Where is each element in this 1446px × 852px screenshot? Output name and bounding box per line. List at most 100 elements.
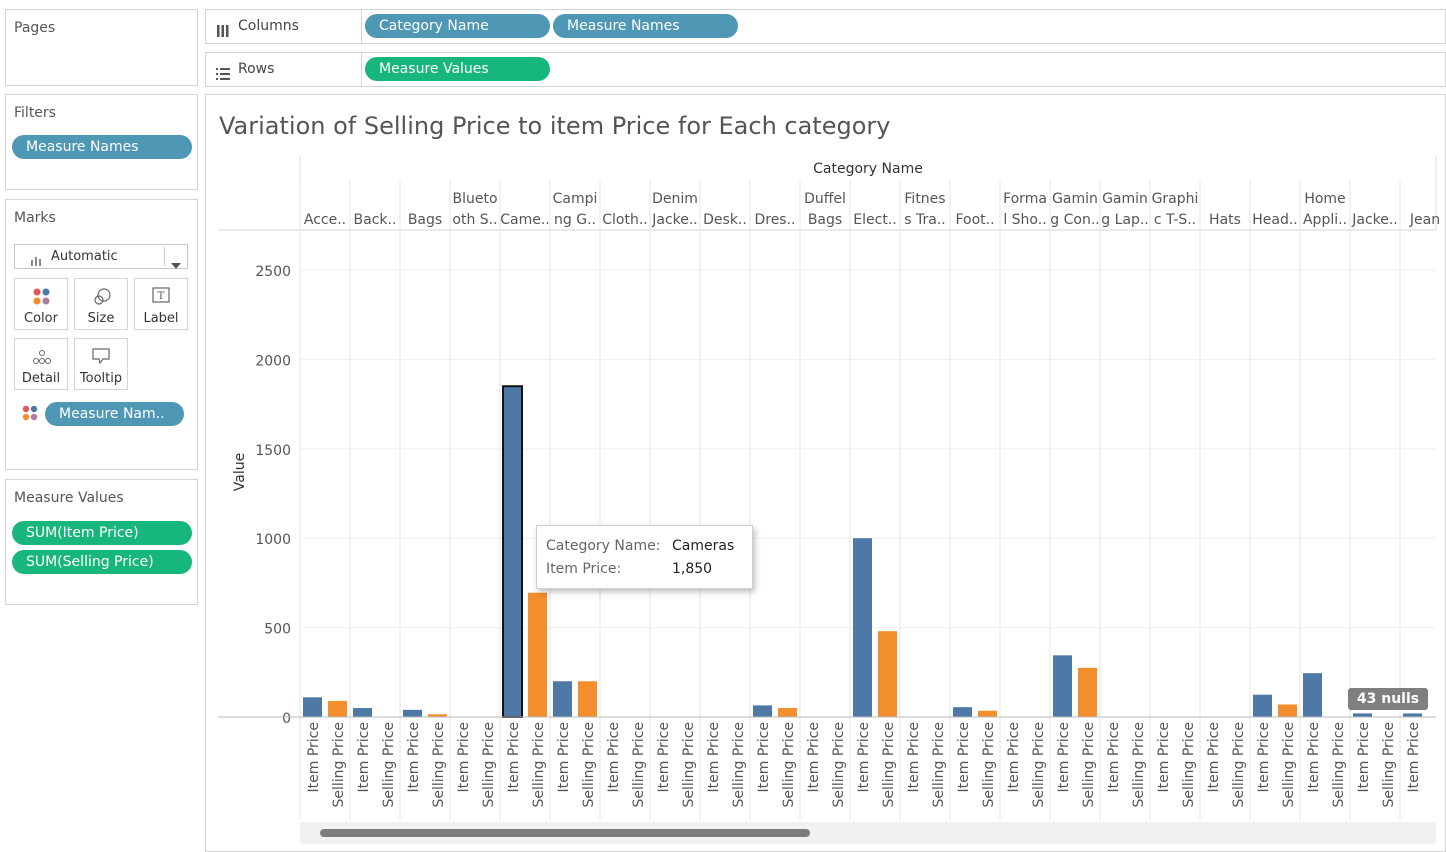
bar-selling-price: [528, 592, 547, 717]
chart-title: Variation of Selling Price to item Price…: [219, 112, 890, 140]
category-header: Cloth..: [602, 212, 648, 228]
x-measure-label: Selling Price: [1331, 722, 1347, 808]
bar-item-price: [1053, 655, 1072, 717]
bar-selling-price: [578, 681, 597, 717]
category-header: Graphi: [1152, 191, 1199, 207]
x-measure-label: Selling Price: [431, 722, 447, 808]
category-header: Forma: [1003, 191, 1047, 207]
category-header: Head..: [1252, 212, 1298, 228]
x-measure-label: Item Price: [656, 722, 672, 792]
x-measure-label: Item Price: [406, 722, 422, 792]
x-measure-label: Item Price: [856, 722, 872, 792]
nulls-indicator[interactable]: 43 nulls: [1348, 688, 1428, 710]
category-header: Desk..: [703, 212, 747, 228]
tooltip-value-category: Cameras: [672, 538, 735, 554]
category-header: oth S..: [452, 212, 497, 228]
category-header: Jean: [1409, 212, 1440, 228]
x-measure-label: Item Price: [1356, 722, 1372, 792]
bar-item-price: [553, 681, 572, 717]
category-header: Elect..: [853, 212, 896, 228]
category-header: Campi: [553, 191, 598, 207]
bar-item-price: [753, 705, 772, 717]
bar-selling-price: [978, 710, 997, 717]
bar-selling-price: [778, 708, 797, 717]
bar-selling-price: [1078, 667, 1097, 717]
x-measure-label: Item Price: [1006, 722, 1022, 792]
x-measure-label: Selling Price: [1081, 722, 1097, 808]
x-measure-label: Item Price: [1156, 722, 1172, 792]
category-header: Bags: [408, 212, 442, 228]
category-header: l Sho..: [1003, 212, 1046, 228]
bar-item-price: [1403, 713, 1422, 717]
bar-item-price: [1253, 694, 1272, 717]
column-header-label: Category Name: [813, 161, 923, 177]
x-measure-label: Selling Price: [631, 722, 647, 808]
y-axis-label: Value: [232, 453, 248, 491]
category-header: Dres..: [754, 212, 795, 228]
y-tick-label: 0: [282, 711, 291, 727]
bar-item-price: [953, 707, 972, 717]
y-tick-label: 1000: [255, 532, 291, 548]
category-header: g Con..: [1050, 212, 1099, 228]
x-measure-label: Item Price: [906, 722, 922, 792]
category-header: g Lap..: [1101, 212, 1149, 228]
category-header: Back..: [354, 212, 397, 228]
tooltip-key-item-price: Item Price:: [546, 561, 622, 577]
x-measure-label: Item Price: [506, 722, 522, 792]
x-measure-label: Selling Price: [931, 722, 947, 808]
y-tick-label: 2500: [255, 264, 291, 280]
bar-item-price: [303, 697, 322, 717]
bar-selling-price: [878, 631, 897, 717]
category-header: Gamin: [1102, 191, 1148, 207]
category-header: Appli..: [1303, 212, 1347, 228]
x-measure-label: Item Price: [806, 722, 822, 792]
x-measure-label: Item Price: [556, 722, 572, 792]
category-header: s Tra..: [904, 212, 945, 228]
x-measure-label: Selling Price: [981, 722, 997, 808]
category-header: Gamin: [1052, 191, 1098, 207]
y-tick-label: 2000: [255, 353, 291, 369]
category-header: Jacke..: [651, 212, 698, 228]
category-header: Came..: [500, 212, 550, 228]
tooltip-value-item-price: 1,850: [672, 561, 713, 577]
x-measure-label: Selling Price: [331, 722, 347, 808]
horizontal-scrollbar-thumb[interactable]: [320, 829, 810, 837]
x-measure-label: Item Price: [356, 722, 372, 792]
category-header: Fitnes: [904, 191, 945, 207]
y-tick-label: 500: [264, 622, 291, 638]
x-measure-label: Item Price: [706, 722, 722, 792]
x-measure-label: Item Price: [1106, 722, 1122, 792]
category-header: ng G..: [554, 212, 596, 228]
x-measure-label: Item Price: [1406, 722, 1422, 792]
category-header: Foot..: [955, 212, 994, 228]
x-measure-label: Selling Price: [681, 722, 697, 808]
x-measure-label: Selling Price: [481, 722, 497, 808]
x-measure-label: Selling Price: [781, 722, 797, 808]
x-measure-label: Selling Price: [1281, 722, 1297, 808]
bar-selling-price: [1278, 704, 1297, 717]
x-measure-label: Item Price: [1206, 722, 1222, 792]
x-measure-label: Selling Price: [1031, 722, 1047, 808]
x-measure-label: Item Price: [606, 722, 622, 792]
x-measure-label: Selling Price: [1181, 722, 1197, 808]
category-header: c T-S..: [1154, 212, 1196, 228]
bar-item-price: [853, 538, 872, 717]
bar-item-price: [353, 708, 372, 717]
x-measure-label: Selling Price: [1131, 722, 1147, 808]
x-measure-label: Item Price: [456, 722, 472, 792]
category-header: Jacke..: [1351, 212, 1398, 228]
x-measure-label: Selling Price: [831, 722, 847, 808]
x-measure-label: Item Price: [1056, 722, 1072, 792]
x-measure-label: Item Price: [306, 722, 322, 792]
x-measure-label: Item Price: [956, 722, 972, 792]
x-measure-label: Selling Price: [731, 722, 747, 808]
category-header: Acce..: [304, 212, 346, 228]
bar-item-price: [1303, 673, 1322, 717]
x-measure-label: Selling Price: [881, 722, 897, 808]
category-header: Duffel: [804, 191, 846, 207]
tooltip-key-category: Category Name:: [546, 538, 661, 554]
bar-item-price: [502, 385, 523, 718]
y-tick-label: 1500: [255, 443, 291, 459]
category-header: Denim: [652, 191, 698, 207]
category-header: Hats: [1209, 212, 1241, 228]
